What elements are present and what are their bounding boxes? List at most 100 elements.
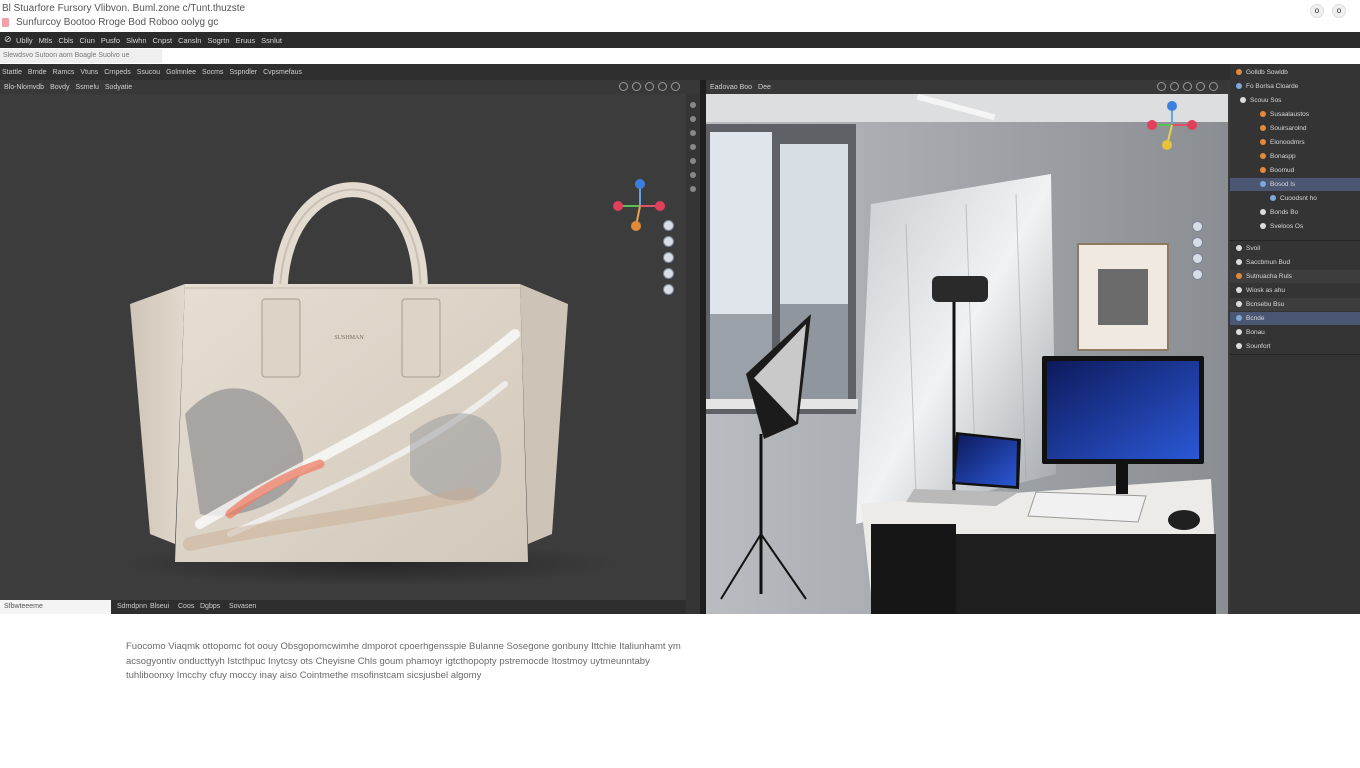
viewport-header-item[interactable]: Dee [758, 84, 771, 91]
properties-row[interactable]: Wiosk as ahu [1230, 284, 1360, 297]
viewport-header-item[interactable]: Sodyatie [105, 84, 132, 91]
outliner-row[interactable]: Fo Borlsa Cloarde [1230, 80, 1360, 93]
perspective-icon[interactable] [663, 268, 674, 279]
toolbar-item[interactable]: Golmnlee [166, 69, 196, 76]
viewport-shading-tools [619, 82, 680, 91]
object-icon [1260, 167, 1266, 173]
status-item[interactable]: Sdmdpnn [117, 600, 147, 614]
shading-solid-icon[interactable] [619, 82, 628, 91]
toolbar-item[interactable]: Crnpeds [104, 69, 130, 76]
menu-item[interactable]: Pusfo [101, 36, 120, 45]
shading-render-icon[interactable] [1183, 82, 1192, 91]
camera-icon[interactable] [663, 252, 674, 263]
viewport-left-side-strip [686, 94, 700, 614]
shading-material-icon[interactable] [632, 82, 641, 91]
properties-row[interactable]: Sutnuacha Ruls [1230, 270, 1360, 283]
toolbar-item[interactable]: Sspndler [229, 69, 257, 76]
shading-wire-icon[interactable] [658, 82, 667, 91]
studio-photo-render [706, 94, 1228, 614]
menu-item[interactable]: Sogrtn [207, 36, 229, 45]
tab-strip: Slewdsvo Sutoon aom Boagle Suolvo ue [0, 48, 1360, 64]
status-item[interactable]: Sovasen [229, 600, 256, 614]
grid-icon[interactable] [663, 284, 674, 295]
menu-item[interactable]: Eruus [236, 36, 256, 45]
properties-row[interactable]: Saccbmun Bud [1230, 256, 1360, 269]
viewport-header-item[interactable]: Bovdy [50, 84, 69, 91]
toolbar-item[interactable]: Socms [202, 69, 223, 76]
outliner-row[interactable]: Susaalaustos [1230, 108, 1360, 121]
workspace-tab[interactable]: Slewdsvo Sutoon aom Boagle Suolvo ue [0, 49, 162, 63]
outliner-row-selected[interactable]: Bosod Is [1230, 178, 1360, 191]
menu-item[interactable]: Cansln [178, 36, 201, 45]
zoom-icon[interactable] [663, 220, 674, 231]
outliner-row[interactable]: Sveloos Os [1230, 220, 1360, 233]
shading-solid-icon[interactable] [1157, 82, 1166, 91]
menu-item[interactable]: Slwhn [126, 36, 146, 45]
zoom-icon[interactable] [1192, 221, 1203, 232]
modifier-icon [1270, 195, 1276, 201]
window-title: Bl Stuarfore Fursory Vlibvon. Buml.zone … [2, 3, 246, 14]
outliner-row[interactable]: Cuoodsnt ho [1230, 192, 1360, 205]
pan-icon[interactable] [1192, 237, 1203, 248]
camera-icon[interactable] [1192, 253, 1203, 264]
status-field[interactable]: Sfbwteeeme [0, 600, 111, 614]
outliner-row[interactable]: Elonoodmrs [1230, 136, 1360, 149]
workspace: Stattle Brnde Ramcs Vtuns Crnpeds Ssucou… [0, 64, 1360, 614]
overlay-icon[interactable] [671, 82, 680, 91]
viewport-header-item[interactable]: Blo-Nlomvdb [4, 84, 44, 91]
outliner-row[interactable]: Golldb Sowldb [1230, 66, 1360, 79]
favicon-icon [2, 18, 9, 27]
viewport-header-item[interactable]: Ssmelu [76, 84, 99, 91]
toolbar-item[interactable]: Ramcs [53, 69, 75, 76]
properties-row[interactable]: Svoil [1230, 242, 1360, 255]
toolbar-item[interactable]: Stattle [2, 69, 22, 76]
object-icon [1260, 223, 1266, 229]
viewport-left-header: Blo-Nlomvdb Bovdy Ssmelu Sodyatie [0, 80, 700, 94]
outliner-row[interactable]: Scouu Sos [1230, 94, 1360, 107]
toolbar-item[interactable]: Ssucou [137, 69, 160, 76]
toolbar-item[interactable]: Cvpsmefaus [263, 69, 302, 76]
menu-item[interactable]: Ciun [79, 36, 94, 45]
viewport-left-status: Sfbwteeeme Sdmdpnn Blseui Coos Dgbps Sov… [0, 600, 686, 614]
status-item[interactable]: Blseui [150, 600, 169, 614]
properties-row[interactable]: Bonau [1230, 326, 1360, 339]
toolbar-item[interactable]: Vtuns [80, 69, 98, 76]
viewport-header-item[interactable]: Eadovao Boo [710, 84, 752, 91]
viewport-right[interactable]: Eadovao Boo Dee [706, 80, 1228, 614]
minimize-icon[interactable]: o [1310, 4, 1324, 18]
properties-icon [1236, 245, 1242, 251]
app-logo-icon[interactable]: ⊘ [4, 35, 16, 45]
toolbar-item[interactable]: Brnde [28, 69, 47, 76]
close-icon[interactable]: o [1332, 4, 1346, 18]
object-icon [1260, 111, 1266, 117]
shading-wire-icon[interactable] [1196, 82, 1205, 91]
menu-item[interactable]: Cbls [58, 36, 73, 45]
outliner-row[interactable]: Bonaspp [1230, 150, 1360, 163]
scene-icon [1236, 83, 1242, 89]
menu-item[interactable]: Ssnlut [261, 36, 282, 45]
outliner-row[interactable]: Souirsarolnd [1230, 122, 1360, 135]
perspective-icon[interactable] [1192, 269, 1203, 280]
object-icon [1260, 125, 1266, 131]
view-layer-icon [1236, 301, 1242, 307]
viewport-left[interactable]: Blo-Nlomvdb Bovdy Ssmelu Sodyatie SUSHMA… [0, 80, 700, 614]
properties-row[interactable]: Bcnsebu Bsu [1230, 298, 1360, 311]
navigation-gizmo[interactable] [613, 179, 665, 231]
status-item[interactable]: Dgbps [200, 600, 220, 614]
shading-render-icon[interactable] [645, 82, 654, 91]
properties-row-selected[interactable]: Bcnde [1230, 312, 1360, 325]
status-item[interactable]: Coos [178, 600, 194, 614]
outliner-row[interactable]: Boomud [1230, 164, 1360, 177]
object-icon [1260, 139, 1266, 145]
menu-item[interactable]: Cnpst [153, 36, 173, 45]
shading-material-icon[interactable] [1170, 82, 1179, 91]
bag-brand-label: SUSHMAN [334, 335, 364, 341]
overlay-icon[interactable] [1209, 82, 1218, 91]
output-icon [1236, 287, 1242, 293]
menu-item[interactable]: Mtls [39, 36, 53, 45]
viewport-right-header: Eadovao Boo Dee [706, 80, 1228, 94]
pan-icon[interactable] [663, 236, 674, 247]
menu-item[interactable]: Ublly [16, 36, 33, 45]
properties-row[interactable]: Sounfort [1230, 340, 1360, 353]
outliner-row[interactable]: Bonds Bo [1230, 206, 1360, 219]
